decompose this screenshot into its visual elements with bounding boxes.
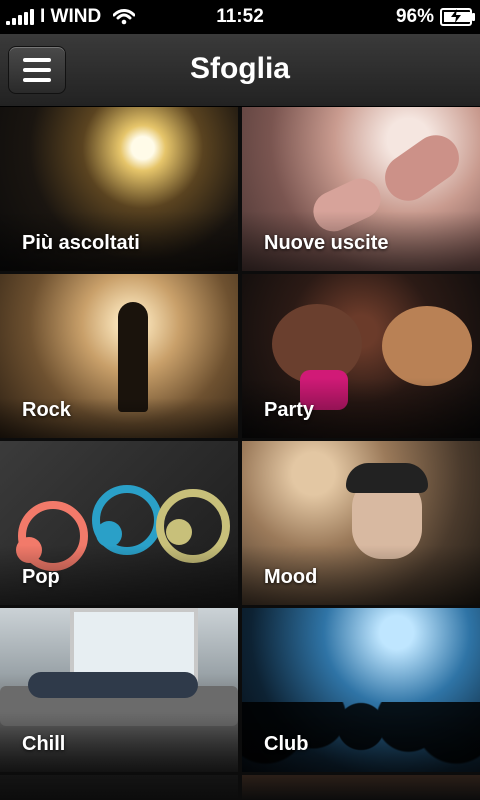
tile-label: Rock xyxy=(22,399,71,421)
headphones-cup-shape xyxy=(96,521,122,547)
tile-partial[interactable] xyxy=(0,775,238,800)
tile-label: Pop xyxy=(22,566,60,588)
headphones-cup-shape xyxy=(166,519,192,545)
tile-partial[interactable] xyxy=(242,775,480,800)
battery-percentage: 96% xyxy=(395,6,434,27)
status-right: 96% xyxy=(395,0,475,34)
tile-rock[interactable]: Rock xyxy=(0,274,238,438)
tile-label: Party xyxy=(264,399,315,421)
tile-mood[interactable]: Mood xyxy=(242,441,480,605)
tile-nuove-uscite[interactable]: Nuove uscite xyxy=(242,107,480,271)
hand-image-shape xyxy=(376,126,468,210)
tile-club[interactable]: Club xyxy=(242,608,480,772)
person-image-shape xyxy=(28,672,198,698)
tile-party[interactable]: Party xyxy=(242,274,480,438)
guitarist-silhouette xyxy=(118,302,148,412)
tile-label: Club xyxy=(264,733,309,755)
status-bar: I WIND 11:52 96% xyxy=(0,0,480,34)
tile-label: Mood xyxy=(264,566,318,588)
hair-image-shape xyxy=(382,306,472,386)
battery-charging-icon xyxy=(440,8,475,26)
lightning-bolt-icon xyxy=(451,9,461,23)
cap-image-shape xyxy=(346,463,428,493)
browse-grid: Più ascoltati Nuove uscite Rock Party Po… xyxy=(0,107,480,800)
tile-label: Nuove uscite xyxy=(264,232,389,254)
tile-pop[interactable]: Pop xyxy=(0,441,238,605)
header-bar: Sfoglia xyxy=(0,34,480,107)
tile-piu-ascoltati[interactable]: Più ascoltati xyxy=(0,107,238,271)
page-title: Sfoglia xyxy=(189,52,290,85)
tile-label: Chill xyxy=(22,733,66,755)
tile-chill[interactable]: Chill xyxy=(0,608,238,772)
tile-label: Più ascoltati xyxy=(22,232,140,254)
